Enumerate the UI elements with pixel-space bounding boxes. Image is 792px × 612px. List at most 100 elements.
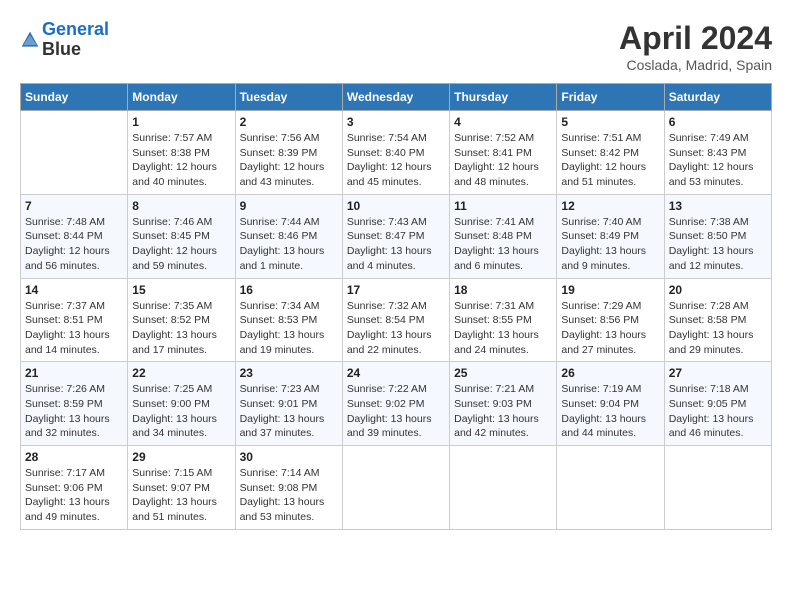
day-info: Sunrise: 7:29 AM Sunset: 8:56 PM Dayligh… bbox=[561, 299, 659, 358]
day-info: Sunrise: 7:49 AM Sunset: 8:43 PM Dayligh… bbox=[669, 131, 767, 190]
day-number: 2 bbox=[240, 115, 338, 129]
day-info: Sunrise: 7:54 AM Sunset: 8:40 PM Dayligh… bbox=[347, 131, 445, 190]
day-header-tuesday: Tuesday bbox=[235, 84, 342, 111]
day-info: Sunrise: 7:28 AM Sunset: 8:58 PM Dayligh… bbox=[669, 299, 767, 358]
day-info: Sunrise: 7:18 AM Sunset: 9:05 PM Dayligh… bbox=[669, 382, 767, 441]
day-number: 7 bbox=[25, 199, 123, 213]
calendar-week-row: 28Sunrise: 7:17 AM Sunset: 9:06 PM Dayli… bbox=[21, 446, 772, 530]
day-number: 14 bbox=[25, 283, 123, 297]
day-number: 10 bbox=[347, 199, 445, 213]
day-number: 29 bbox=[132, 450, 230, 464]
calendar-week-row: 7 Sunrise: 7:48 AM Sunset: 8:44 PM Daylig… bbox=[21, 194, 772, 278]
day-info: Sunrise: 7:31 AM Sunset: 8:55 PM Dayligh… bbox=[454, 299, 552, 358]
calendar-cell: 28Sunrise: 7:17 AM Sunset: 9:06 PM Dayli… bbox=[21, 446, 128, 530]
calendar-table: SundayMondayTuesdayWednesdayThursdayFrid… bbox=[20, 83, 772, 530]
day-number: 12 bbox=[561, 199, 659, 213]
calendar-cell: 16 Sunrise: 7:34 AM Sunset: 8:53 PM Dayli… bbox=[235, 278, 342, 362]
day-info: Sunrise: 7:32 AM Sunset: 8:54 PM Dayligh… bbox=[347, 299, 445, 358]
day-info: Sunrise: 7:51 AM Sunset: 8:42 PM Dayligh… bbox=[561, 131, 659, 190]
day-info: Sunrise: 7:40 AM Sunset: 8:49 PM Dayligh… bbox=[561, 215, 659, 274]
day-info: Sunrise: 7:17 AM Sunset: 9:06 PM Dayligh… bbox=[25, 466, 123, 525]
calendar-week-row: 14 Sunrise: 7:37 AM Sunset: 8:51 PM Dayli… bbox=[21, 278, 772, 362]
day-header-friday: Friday bbox=[557, 84, 664, 111]
page-header: General Blue April 2024 Coslada, Madrid,… bbox=[20, 20, 772, 73]
calendar-cell: 15 Sunrise: 7:35 AM Sunset: 8:52 PM Dayli… bbox=[128, 278, 235, 362]
calendar-cell: 25 Sunrise: 7:21 AM Sunset: 9:03 PM Dayli… bbox=[450, 362, 557, 446]
day-number: 6 bbox=[669, 115, 767, 129]
calendar-cell: 8 Sunrise: 7:46 AM Sunset: 8:45 PM Daylig… bbox=[128, 194, 235, 278]
day-info: Sunrise: 7:35 AM Sunset: 8:52 PM Dayligh… bbox=[132, 299, 230, 358]
day-number: 25 bbox=[454, 366, 552, 380]
calendar-cell: 12 Sunrise: 7:40 AM Sunset: 8:49 PM Dayli… bbox=[557, 194, 664, 278]
day-header-monday: Monday bbox=[128, 84, 235, 111]
day-number: 16 bbox=[240, 283, 338, 297]
calendar-week-row: 21 Sunrise: 7:26 AM Sunset: 8:59 PM Dayli… bbox=[21, 362, 772, 446]
day-info: Sunrise: 7:26 AM Sunset: 8:59 PM Dayligh… bbox=[25, 382, 123, 441]
day-info: Sunrise: 7:43 AM Sunset: 8:47 PM Dayligh… bbox=[347, 215, 445, 274]
day-number: 23 bbox=[240, 366, 338, 380]
day-number: 19 bbox=[561, 283, 659, 297]
day-info: Sunrise: 7:38 AM Sunset: 8:50 PM Dayligh… bbox=[669, 215, 767, 274]
calendar-cell: 20Sunrise: 7:28 AM Sunset: 8:58 PM Dayli… bbox=[664, 278, 771, 362]
day-number: 4 bbox=[454, 115, 552, 129]
day-number: 8 bbox=[132, 199, 230, 213]
calendar-cell: 9Sunrise: 7:44 AM Sunset: 8:46 PM Daylig… bbox=[235, 194, 342, 278]
day-number: 15 bbox=[132, 283, 230, 297]
calendar-cell bbox=[664, 446, 771, 530]
calendar-cell: 14 Sunrise: 7:37 AM Sunset: 8:51 PM Dayli… bbox=[21, 278, 128, 362]
day-number: 13 bbox=[669, 199, 767, 213]
calendar-cell: 29 Sunrise: 7:15 AM Sunset: 9:07 PM Dayli… bbox=[128, 446, 235, 530]
day-number: 26 bbox=[561, 366, 659, 380]
day-number: 11 bbox=[454, 199, 552, 213]
day-info: Sunrise: 7:48 AM Sunset: 8:44 PM Dayligh… bbox=[25, 215, 123, 274]
day-info: Sunrise: 7:37 AM Sunset: 8:51 PM Dayligh… bbox=[25, 299, 123, 358]
calendar-cell bbox=[21, 111, 128, 195]
calendar-cell: 4 Sunrise: 7:52 AM Sunset: 8:41 PM Daylig… bbox=[450, 111, 557, 195]
day-number: 17 bbox=[347, 283, 445, 297]
calendar-cell: 27 Sunrise: 7:18 AM Sunset: 9:05 PM Dayli… bbox=[664, 362, 771, 446]
calendar-cell: 26 Sunrise: 7:19 AM Sunset: 9:04 PM Dayli… bbox=[557, 362, 664, 446]
calendar-cell: 7 Sunrise: 7:48 AM Sunset: 8:44 PM Daylig… bbox=[21, 194, 128, 278]
day-number: 22 bbox=[132, 366, 230, 380]
calendar-cell: 18 Sunrise: 7:31 AM Sunset: 8:55 PM Dayli… bbox=[450, 278, 557, 362]
day-info: Sunrise: 7:52 AM Sunset: 8:41 PM Dayligh… bbox=[454, 131, 552, 190]
title-block: April 2024 Coslada, Madrid, Spain bbox=[619, 20, 772, 73]
day-number: 27 bbox=[669, 366, 767, 380]
calendar-body: 1 Sunrise: 7:57 AM Sunset: 8:38 PM Daylig… bbox=[21, 111, 772, 530]
calendar-cell: 24Sunrise: 7:22 AM Sunset: 9:02 PM Dayli… bbox=[342, 362, 449, 446]
calendar-cell: 3 Sunrise: 7:54 AM Sunset: 8:40 PM Daylig… bbox=[342, 111, 449, 195]
day-number: 30 bbox=[240, 450, 338, 464]
day-info: Sunrise: 7:25 AM Sunset: 9:00 PM Dayligh… bbox=[132, 382, 230, 441]
day-header-saturday: Saturday bbox=[664, 84, 771, 111]
day-number: 3 bbox=[347, 115, 445, 129]
day-info: Sunrise: 7:15 AM Sunset: 9:07 PM Dayligh… bbox=[132, 466, 230, 525]
day-info: Sunrise: 7:34 AM Sunset: 8:53 PM Dayligh… bbox=[240, 299, 338, 358]
day-number: 21 bbox=[25, 366, 123, 380]
day-info: Sunrise: 7:23 AM Sunset: 9:01 PM Dayligh… bbox=[240, 382, 338, 441]
calendar-cell: 17 Sunrise: 7:32 AM Sunset: 8:54 PM Dayli… bbox=[342, 278, 449, 362]
main-title: April 2024 bbox=[619, 20, 772, 57]
day-info: Sunrise: 7:46 AM Sunset: 8:45 PM Dayligh… bbox=[132, 215, 230, 274]
calendar-cell: 30 Sunrise: 7:14 AM Sunset: 9:08 PM Dayli… bbox=[235, 446, 342, 530]
calendar-cell: 2 Sunrise: 7:56 AM Sunset: 8:39 PM Daylig… bbox=[235, 111, 342, 195]
logo-text: General Blue bbox=[42, 20, 109, 60]
calendar-cell: 1 Sunrise: 7:57 AM Sunset: 8:38 PM Daylig… bbox=[128, 111, 235, 195]
calendar-cell: 19 Sunrise: 7:29 AM Sunset: 8:56 PM Dayli… bbox=[557, 278, 664, 362]
calendar-cell: 23 Sunrise: 7:23 AM Sunset: 9:01 PM Dayli… bbox=[235, 362, 342, 446]
day-info: Sunrise: 7:19 AM Sunset: 9:04 PM Dayligh… bbox=[561, 382, 659, 441]
calendar-cell: 5 Sunrise: 7:51 AM Sunset: 8:42 PM Daylig… bbox=[557, 111, 664, 195]
day-number: 9 bbox=[240, 199, 338, 213]
day-info: Sunrise: 7:21 AM Sunset: 9:03 PM Dayligh… bbox=[454, 382, 552, 441]
subtitle: Coslada, Madrid, Spain bbox=[619, 57, 772, 73]
calendar-cell: 6 Sunrise: 7:49 AM Sunset: 8:43 PM Daylig… bbox=[664, 111, 771, 195]
day-number: 5 bbox=[561, 115, 659, 129]
day-number: 1 bbox=[132, 115, 230, 129]
calendar-cell: 22 Sunrise: 7:25 AM Sunset: 9:00 PM Dayli… bbox=[128, 362, 235, 446]
calendar-week-row: 1 Sunrise: 7:57 AM Sunset: 8:38 PM Daylig… bbox=[21, 111, 772, 195]
calendar-cell: 10 Sunrise: 7:43 AM Sunset: 8:47 PM Dayli… bbox=[342, 194, 449, 278]
day-info: Sunrise: 7:57 AM Sunset: 8:38 PM Dayligh… bbox=[132, 131, 230, 190]
day-info: Sunrise: 7:41 AM Sunset: 8:48 PM Dayligh… bbox=[454, 215, 552, 274]
day-number: 18 bbox=[454, 283, 552, 297]
day-info: Sunrise: 7:14 AM Sunset: 9:08 PM Dayligh… bbox=[240, 466, 338, 525]
day-info: Sunrise: 7:56 AM Sunset: 8:39 PM Dayligh… bbox=[240, 131, 338, 190]
